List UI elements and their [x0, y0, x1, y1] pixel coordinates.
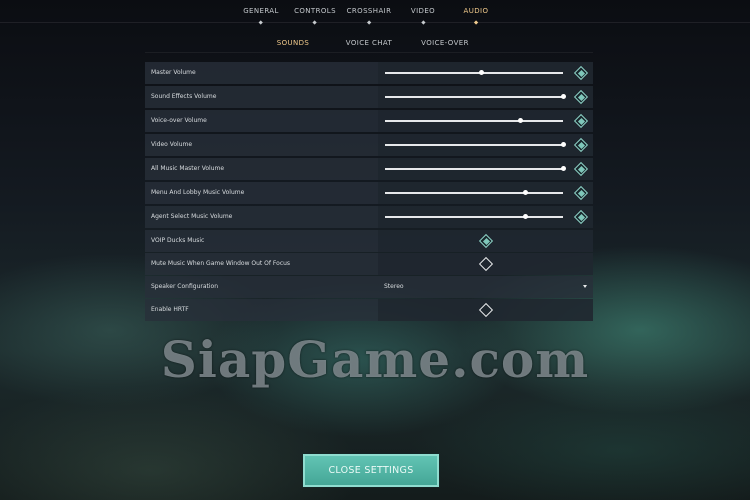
nav-divider	[0, 22, 750, 23]
setting-row-master-volume: Master Volume	[145, 62, 593, 84]
reset-diamond-icon[interactable]	[573, 185, 589, 201]
slider-handle[interactable]	[560, 166, 566, 171]
setting-row-video-volume: Video Volume	[145, 134, 593, 156]
setting-row-enable-hrtf: Enable HRTF	[145, 299, 593, 321]
voice-over-volume-slider[interactable]	[385, 118, 563, 123]
tab-crosshair[interactable]: CROSSHAIR	[347, 7, 392, 25]
setting-label: Agent Select Music Volume	[151, 213, 233, 220]
subtab-voice-over[interactable]: VOICE-OVER	[421, 39, 469, 47]
mute-music-out-of-focus-checkbox-icon[interactable]	[478, 256, 494, 272]
top-nav: GENERAL CONTROLS CROSSHAIR VIDEO AUDIO	[0, 0, 750, 25]
setting-row-all-music-master-volume: All Music Master Volume	[145, 158, 593, 180]
slider-handle[interactable]	[517, 118, 523, 123]
watermark: SiapGame.com	[160, 330, 590, 389]
setting-label: Sound Effects Volume	[151, 93, 217, 100]
subtab-sounds[interactable]: SOUNDS	[277, 39, 310, 47]
enable-hrtf-checkbox-icon[interactable]	[478, 302, 494, 318]
reset-diamond-icon[interactable]	[573, 113, 589, 129]
voip-ducks-music-checkbox-icon[interactable]	[478, 233, 494, 249]
master-volume-slider[interactable]	[385, 70, 563, 75]
video-volume-slider[interactable]	[385, 142, 566, 147]
setting-label: All Music Master Volume	[151, 165, 225, 172]
setting-row-sound-effects-volume: Sound Effects Volume	[145, 86, 593, 108]
setting-row-voip-ducks-music: VOIP Ducks Music	[145, 230, 593, 252]
chevron-down-icon	[583, 285, 587, 288]
reset-diamond-icon[interactable]	[573, 209, 589, 225]
sound-effects-volume-slider[interactable]	[385, 94, 566, 99]
setting-label: Master Volume	[151, 69, 196, 76]
subnav-divider	[145, 52, 593, 53]
reset-diamond-icon[interactable]	[573, 89, 589, 105]
reset-diamond-icon[interactable]	[573, 137, 589, 153]
setting-label: Menu And Lobby Music Volume	[151, 189, 245, 196]
setting-row-menu-lobby-music-volume: Menu And Lobby Music Volume	[145, 182, 593, 204]
reset-diamond-icon[interactable]	[573, 65, 589, 81]
setting-label: Speaker Configuration	[151, 283, 219, 290]
setting-label: Enable HRTF	[151, 306, 189, 313]
slider-handle[interactable]	[560, 94, 566, 99]
setting-row-mute-music-out-of-focus: Mute Music When Game Window Out Of Focus	[145, 253, 593, 275]
setting-row-agent-select-music-volume: Agent Select Music Volume	[145, 206, 593, 228]
tab-controls[interactable]: CONTROLS	[294, 7, 336, 25]
dropdown-value: Stereo	[384, 283, 404, 290]
speaker-configuration-dropdown[interactable]: Stereo	[378, 276, 593, 298]
slider-handle[interactable]	[560, 142, 566, 147]
setting-row-speaker-configuration: Speaker Configuration Stereo	[145, 276, 593, 298]
tab-video[interactable]: VIDEO	[411, 7, 435, 25]
setting-label: Video Volume	[151, 141, 193, 148]
setting-row-voice-over-volume: Voice-over Volume	[145, 110, 593, 132]
tab-audio[interactable]: AUDIO	[464, 7, 489, 25]
setting-label: Mute Music When Game Window Out Of Focus	[151, 260, 291, 267]
agent-select-music-volume-slider[interactable]	[385, 214, 563, 219]
setting-label: VOIP Ducks Music	[151, 237, 205, 244]
slider-handle[interactable]	[478, 70, 484, 75]
reset-diamond-icon[interactable]	[573, 161, 589, 177]
close-settings-label: CLOSE SETTINGS	[328, 465, 414, 476]
setting-label: Voice-over Volume	[151, 117, 207, 124]
close-settings-button[interactable]: CLOSE SETTINGS	[303, 454, 439, 487]
subtab-voice-chat[interactable]: VOICE CHAT	[346, 39, 392, 47]
tab-general[interactable]: GENERAL	[243, 7, 279, 25]
menu-lobby-music-volume-slider[interactable]	[385, 190, 563, 195]
all-music-master-volume-slider[interactable]	[385, 166, 566, 171]
